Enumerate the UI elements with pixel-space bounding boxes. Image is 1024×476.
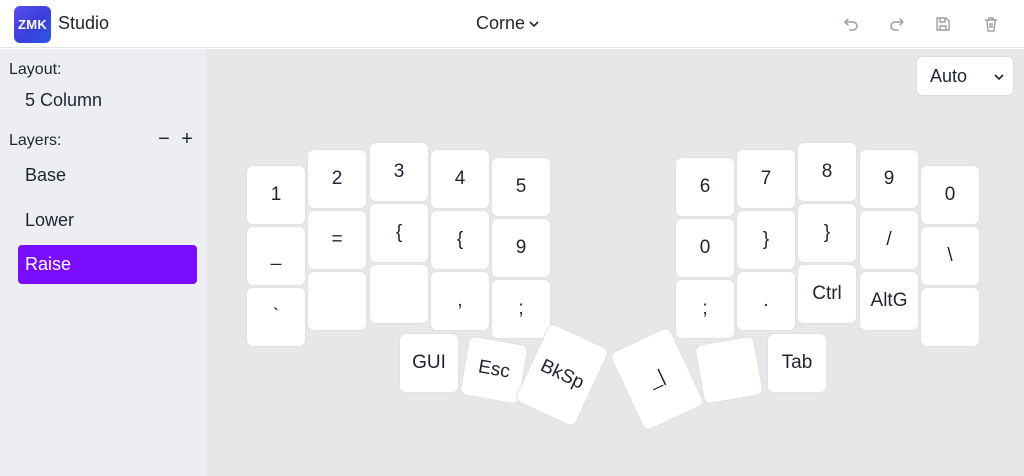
- key[interactable]: }: [798, 204, 856, 262]
- app-name: Studio: [58, 13, 110, 33]
- key[interactable]: GUI: [400, 334, 458, 392]
- key[interactable]: 7: [737, 150, 795, 208]
- key[interactable]: }: [737, 211, 795, 269]
- redo-button[interactable]: [887, 14, 907, 34]
- remove-layer-button[interactable]: −: [156, 128, 172, 150]
- key[interactable]: 8: [798, 143, 856, 201]
- layout-value[interactable]: 5 Column: [25, 90, 102, 111]
- app-header: ZMK Studio Corne: [0, 0, 1024, 48]
- key[interactable]: 3: [370, 143, 428, 201]
- delete-button[interactable]: [981, 14, 1001, 34]
- key[interactable]: .: [737, 272, 795, 330]
- undo-button[interactable]: [841, 14, 861, 34]
- key[interactable]: [695, 336, 763, 404]
- key[interactable]: ;: [676, 280, 734, 338]
- layers-label: Layers:: [9, 132, 62, 149]
- keyboard-select[interactable]: Corne: [476, 13, 540, 34]
- key[interactable]: \: [921, 227, 979, 285]
- zmk-logo: ZMK: [14, 6, 51, 43]
- layer-item-lower[interactable]: Lower: [18, 201, 197, 240]
- key[interactable]: [921, 288, 979, 346]
- key[interactable]: `: [247, 288, 305, 346]
- key[interactable]: 9: [492, 219, 550, 277]
- redo-icon: [890, 18, 904, 31]
- key[interactable]: {: [370, 204, 428, 262]
- key[interactable]: ;: [492, 280, 550, 338]
- key[interactable]: 6: [676, 158, 734, 216]
- key[interactable]: [370, 265, 428, 323]
- key[interactable]: [308, 272, 366, 330]
- chevron-down-icon: [529, 20, 539, 27]
- key[interactable]: 2: [308, 150, 366, 208]
- layout-label: Layout:: [9, 61, 62, 78]
- undo-icon: [844, 18, 858, 31]
- key[interactable]: 1: [247, 166, 305, 224]
- save-icon: [936, 17, 950, 31]
- key[interactable]: 0: [676, 219, 734, 277]
- save-button[interactable]: [933, 14, 953, 34]
- key[interactable]: AltG: [860, 272, 918, 330]
- sidebar: Layout: 5 Column Layers: − + Base Lower …: [0, 49, 206, 476]
- key[interactable]: _: [247, 227, 305, 285]
- key[interactable]: 0: [921, 166, 979, 224]
- layer-item-raise[interactable]: Raise: [18, 245, 197, 284]
- key[interactable]: 4: [431, 150, 489, 208]
- zoom-select[interactable]: Auto: [917, 57, 1013, 95]
- key[interactable]: Ctrl: [798, 265, 856, 323]
- key[interactable]: ,: [431, 272, 489, 330]
- key[interactable]: {: [431, 211, 489, 269]
- trash-icon: [985, 17, 997, 32]
- zoom-value: Auto: [930, 66, 968, 86]
- key[interactable]: Tab: [768, 334, 826, 392]
- layer-item-base[interactable]: Base: [18, 156, 197, 195]
- key[interactable]: =: [308, 211, 366, 269]
- chevron-down-icon: [994, 74, 1004, 81]
- key[interactable]: 9: [860, 150, 918, 208]
- add-layer-button[interactable]: +: [179, 128, 195, 150]
- keyboard-name: Corne: [476, 13, 526, 33]
- key[interactable]: /: [860, 211, 918, 269]
- key[interactable]: 5: [492, 158, 550, 216]
